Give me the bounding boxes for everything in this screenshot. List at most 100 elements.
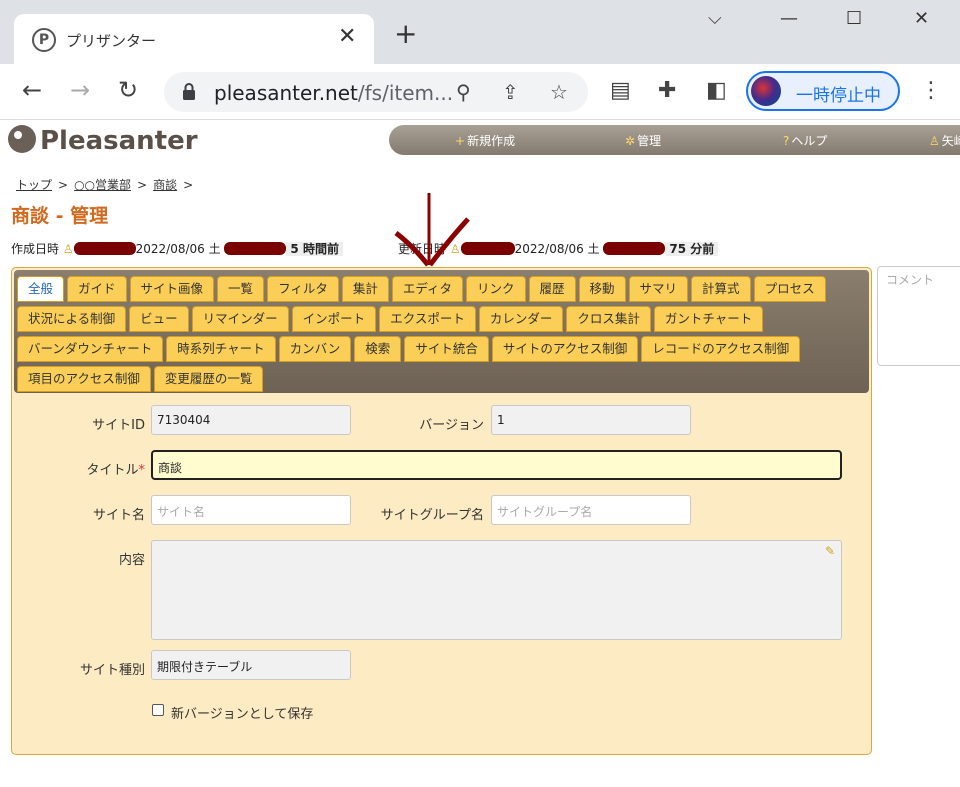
back-icon[interactable]: ← — [22, 76, 42, 104]
tab-row4-0[interactable]: 項目のアクセス制御 — [17, 366, 151, 392]
url-text: pleasanter.net/fs/item... — [214, 81, 453, 105]
tab-row3-4[interactable]: サイト統合 — [404, 336, 489, 362]
tab-row1-12[interactable]: プロセス — [753, 276, 826, 302]
tab-row1-10[interactable]: サマリ — [628, 276, 689, 302]
tab-row: 項目のアクセス制御 変更履歴の一覧 — [17, 366, 264, 392]
breadcrumb-site[interactable]: 商談 — [153, 178, 177, 192]
profile-label: 一時停止中 — [796, 86, 881, 106]
created-meta: 作成日時 ♙ 2022/08/06 土 5 時間前 — [11, 240, 343, 257]
pencil-icon[interactable]: ✎ — [825, 544, 835, 558]
nav-manage-label: 管理 — [637, 134, 662, 148]
site-id-label: サイトID — [92, 418, 145, 433]
tab-row2-4[interactable]: エクスポート — [379, 306, 476, 332]
created-date: 2022/08/06 土 — [135, 242, 221, 256]
profile-button[interactable]: 一時停止中 — [746, 71, 900, 111]
lock-icon — [183, 83, 195, 100]
url-host: pleasanter.net — [214, 81, 358, 105]
content-label: 内容 — [118, 553, 145, 568]
tab-row: 状況による制御 ビュー リマインダー インポート エクスポート カレンダー クロス集計 ガント… — [17, 306, 764, 332]
tab-row3-0[interactable]: バーンダウンチャート — [17, 336, 164, 362]
tab-row2-7[interactable]: ガントチャート — [653, 306, 764, 332]
tab-row1-2[interactable]: サイト画像 — [129, 276, 215, 302]
tab-row4-1[interactable]: 変更履歴の一覧 — [153, 366, 264, 392]
url-path: /fs/item... — [357, 81, 454, 105]
nav-new[interactable]: + 新規作成 — [455, 132, 515, 149]
pleasanter-logo[interactable]: Pleasanter — [8, 125, 198, 156]
tab-row3-2[interactable]: カンバン — [278, 336, 352, 362]
new-tab-icon[interactable]: + — [394, 20, 417, 48]
tab-row3-5[interactable]: サイトのアクセス制御 — [491, 336, 639, 362]
extensions-icon[interactable]: ✚ — [658, 78, 676, 104]
breadcrumb-top[interactable]: トップ — [16, 178, 52, 192]
bookmark-star-icon[interactable]: ☆ — [550, 80, 568, 104]
tab-row1-1[interactable]: ガイド — [67, 276, 127, 302]
site-type-label: サイト種別 — [79, 663, 145, 678]
page-title: 商談 - 管理 — [11, 205, 109, 227]
site-id-field: 7130404 — [151, 405, 351, 435]
tab-row3-6[interactable]: レコードのアクセス制御 — [641, 336, 801, 362]
tab-row1-7[interactable]: リンク — [465, 276, 526, 302]
pleasanter-logo-icon — [8, 125, 36, 153]
tab-search-icon[interactable]: ⌵ — [708, 8, 722, 29]
menu-kebab-icon[interactable]: ⋮ — [920, 78, 942, 104]
tab-row1-4[interactable]: フィルタ — [267, 276, 339, 302]
close-window-icon[interactable]: ✕ — [914, 8, 929, 29]
new-version-label[interactable]: 新バージョンとして保存 — [171, 703, 313, 722]
top-navbar: + 新規作成 ✲ 管理 ? ヘルプ ♙ 矢崎 — [389, 125, 960, 155]
tab-row3-3[interactable]: 検索 — [354, 336, 402, 362]
tab-row1-6[interactable]: エディタ — [391, 276, 463, 302]
content-textarea[interactable]: ✎ — [151, 540, 842, 640]
tab-row1-0[interactable]: 全般 — [17, 276, 65, 302]
tab-title: プリザンター — [66, 32, 157, 50]
site-name-label: サイト名 — [92, 508, 145, 523]
reading-mode-icon[interactable]: ▤ — [610, 78, 631, 104]
nav-help-label: ヘルプ — [791, 134, 828, 148]
maximize-icon[interactable]: ☐ — [846, 8, 862, 29]
annotation-arrow-icon — [394, 193, 470, 267]
breadcrumb: トップ > ○○営業部 > 商談 > — [16, 176, 199, 193]
reload-icon[interactable]: ↻ — [118, 76, 138, 104]
breadcrumb-sep: > — [137, 178, 148, 192]
tab-row2-6[interactable]: クロス集計 — [566, 306, 651, 332]
browser-titlebar: P プリザンター ✕ + ⌵ — ☐ ✕ — [0, 0, 960, 64]
tab-row1-5[interactable]: 集計 — [341, 276, 389, 302]
updated-date: 2022/08/06 土 — [514, 242, 600, 256]
site-type-field: 期限付きテーブル — [151, 650, 351, 680]
created-ago: 5 時間前 — [286, 242, 343, 256]
zoom-icon[interactable]: ⚲ — [456, 80, 471, 104]
site-name-input[interactable]: サイト名 — [151, 495, 351, 525]
new-version-checkbox[interactable] — [152, 704, 164, 716]
nav-user[interactable]: ♙ 矢崎 — [929, 132, 960, 149]
tab-row1-11[interactable]: 計算式 — [691, 276, 751, 302]
help-icon: ? — [783, 134, 790, 148]
tab-row2-0[interactable]: 状況による制御 — [17, 306, 127, 332]
address-bar[interactable]: pleasanter.net/fs/item... ⚲ ⇪ ☆ — [164, 72, 588, 112]
tab-row1-9[interactable]: 移動 — [578, 276, 626, 302]
tab-row2-2[interactable]: リマインダー — [191, 306, 289, 332]
settings-panel: 全般 ガイド サイト画像 一覧 フィルタ 集計 エディタ リンク 履歴 移動 サマリ 計算式 プロセス … — [11, 267, 872, 755]
site-group-input[interactable]: サイトグループ名 — [491, 495, 691, 525]
nav-user-label: 矢崎 — [941, 134, 960, 148]
tab-row3-1[interactable]: 時系列チャート — [166, 336, 276, 362]
nav-help[interactable]: ? ヘルプ — [783, 132, 827, 149]
avatar — [751, 76, 781, 106]
comment-field[interactable]: コメント — [877, 266, 960, 366]
breadcrumb-dept[interactable]: ○○営業部 — [74, 178, 131, 192]
forward-icon[interactable]: → — [70, 76, 90, 104]
nav-manage[interactable]: ✲ 管理 — [625, 132, 661, 149]
share-icon[interactable]: ⇪ — [502, 80, 519, 104]
browser-toolbar: ← → ↻ pleasanter.net/fs/item... ⚲ ⇪ ☆ ▤ … — [0, 64, 960, 120]
browser-tab[interactable]: P プリザンター ✕ — [14, 14, 374, 64]
updated-ago: 75 分前 — [665, 242, 719, 256]
side-panel-icon[interactable]: ◧ — [706, 78, 727, 104]
tab-row2-5[interactable]: カレンダー — [478, 306, 564, 332]
tab-row2-3[interactable]: インポート — [291, 306, 377, 332]
title-input[interactable]: 商談 — [151, 450, 842, 480]
user-icon: ♙ — [62, 242, 74, 256]
tab-row2-1[interactable]: ビュー — [129, 306, 189, 332]
tab-row1-8[interactable]: 履歴 — [528, 276, 576, 302]
tab-row1-3[interactable]: 一覧 — [217, 276, 265, 302]
close-tab-icon[interactable]: ✕ — [338, 24, 356, 49]
title-label: タイトル* — [86, 459, 145, 478]
minimize-icon[interactable]: — — [780, 8, 798, 29]
